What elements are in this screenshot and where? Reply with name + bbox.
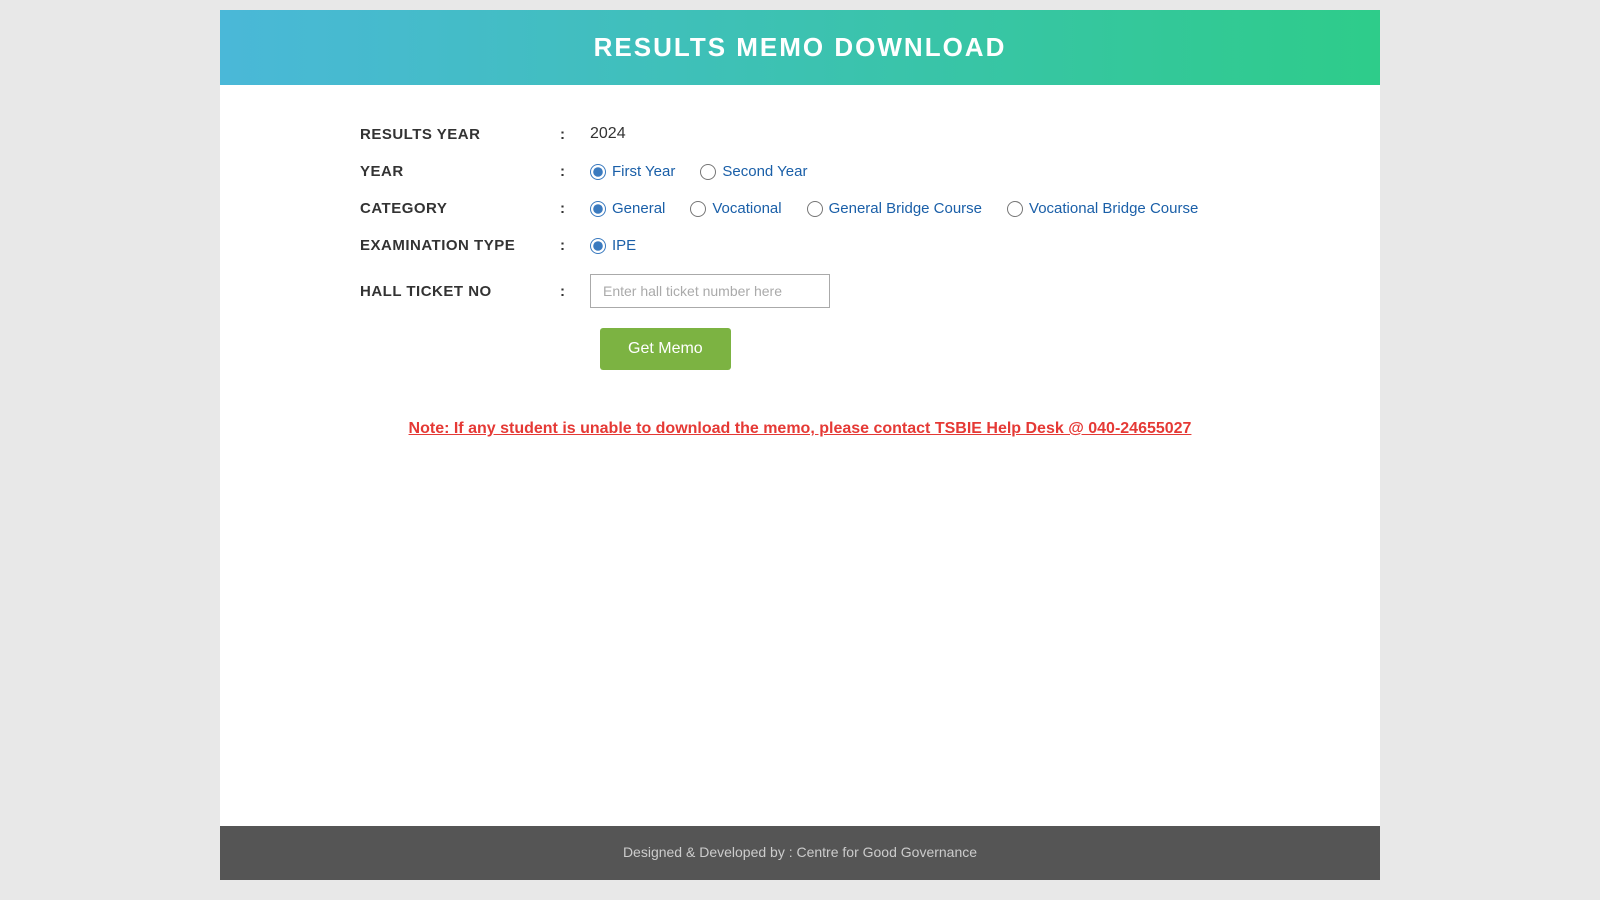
category-vocational-label: Vocational xyxy=(712,200,781,217)
results-year-colon: : xyxy=(560,126,570,143)
year-first-year-label: First Year xyxy=(612,163,675,180)
results-year-value: 2024 xyxy=(590,125,626,143)
examination-type-row: EXAMINATION TYPE : IPE xyxy=(360,237,1320,254)
hall-ticket-input[interactable] xyxy=(590,274,830,308)
category-general-bridge-option[interactable]: General Bridge Course xyxy=(807,200,982,217)
category-general-label: General xyxy=(612,200,665,217)
hall-ticket-label: HALL TICKET NO xyxy=(360,283,560,300)
page-title: RESULTS MEMO DOWNLOAD xyxy=(220,32,1380,63)
category-colon: : xyxy=(560,200,570,217)
category-radio-group: General Vocational General Bridge Course… xyxy=(590,200,1198,217)
year-second-year-radio[interactable] xyxy=(700,164,716,180)
year-radio-group: First Year Second Year xyxy=(590,163,807,180)
category-vocational-bridge-radio[interactable] xyxy=(1007,201,1023,217)
year-label: YEAR xyxy=(360,163,560,180)
footer-text: Designed & Developed by : Centre for Goo… xyxy=(623,844,977,860)
examination-type-ipe-option[interactable]: IPE xyxy=(590,237,636,254)
category-label: CATEGORY xyxy=(360,200,560,217)
category-general-radio[interactable] xyxy=(590,201,606,217)
category-general-option[interactable]: General xyxy=(590,200,665,217)
get-memo-row: Get Memo xyxy=(570,328,1320,370)
category-general-bridge-radio[interactable] xyxy=(807,201,823,217)
year-second-year-label: Second Year xyxy=(722,163,807,180)
results-year-row: RESULTS YEAR : 2024 xyxy=(360,125,1320,143)
results-year-label: RESULTS YEAR xyxy=(360,126,560,143)
year-first-year-option[interactable]: First Year xyxy=(590,163,675,180)
note-section: Note: If any student is unable to downlo… xyxy=(280,420,1320,438)
category-row: CATEGORY : General Vocational General Br… xyxy=(360,200,1320,217)
year-first-year-radio[interactable] xyxy=(590,164,606,180)
year-row: YEAR : First Year Second Year xyxy=(360,163,1320,180)
hall-ticket-colon: : xyxy=(560,283,570,300)
year-colon: : xyxy=(560,163,570,180)
hall-ticket-row: HALL TICKET NO : xyxy=(360,274,1320,308)
note-text: Note: If any student is unable to downlo… xyxy=(409,420,1192,437)
category-vocational-radio[interactable] xyxy=(690,201,706,217)
year-second-year-option[interactable]: Second Year xyxy=(700,163,807,180)
examination-type-radio-group: IPE xyxy=(590,237,636,254)
examination-type-ipe-radio[interactable] xyxy=(590,238,606,254)
main-content: RESULTS YEAR : 2024 YEAR : First Year Se… xyxy=(220,85,1380,826)
category-vocational-option[interactable]: Vocational xyxy=(690,200,781,217)
form-section: RESULTS YEAR : 2024 YEAR : First Year Se… xyxy=(360,125,1320,370)
examination-type-label: EXAMINATION TYPE xyxy=(360,237,560,254)
header-banner: RESULTS MEMO DOWNLOAD xyxy=(220,10,1380,85)
examination-type-colon: : xyxy=(560,237,570,254)
page-wrapper: RESULTS MEMO DOWNLOAD RESULTS YEAR : 202… xyxy=(220,10,1380,880)
get-memo-button[interactable]: Get Memo xyxy=(600,328,731,370)
footer: Designed & Developed by : Centre for Goo… xyxy=(220,826,1380,880)
examination-type-ipe-label: IPE xyxy=(612,237,636,254)
category-general-bridge-label: General Bridge Course xyxy=(829,200,982,217)
category-vocational-bridge-label: Vocational Bridge Course xyxy=(1029,200,1198,217)
category-vocational-bridge-option[interactable]: Vocational Bridge Course xyxy=(1007,200,1198,217)
